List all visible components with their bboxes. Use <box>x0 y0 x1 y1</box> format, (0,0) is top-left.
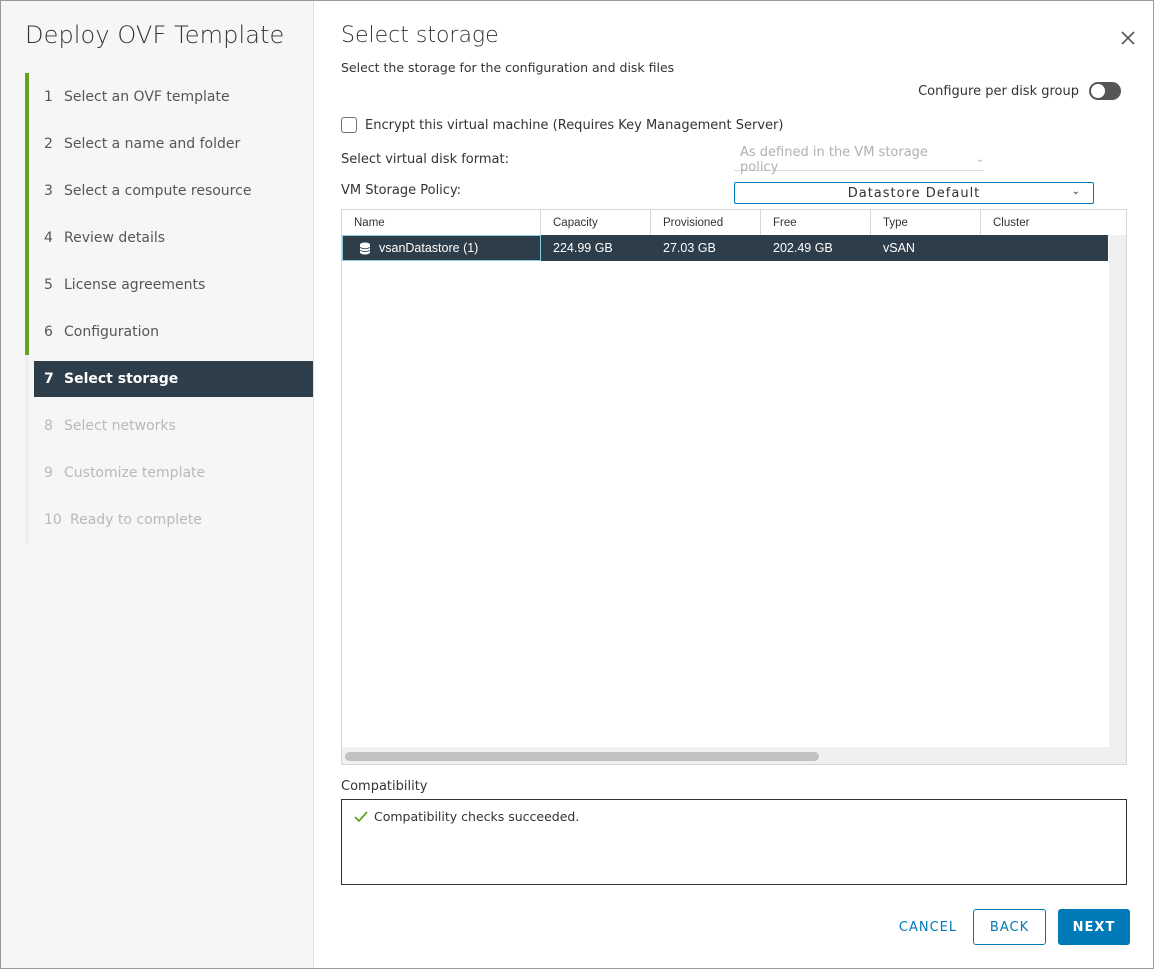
datastore-icon <box>359 242 371 254</box>
checkmark-icon <box>354 810 368 822</box>
step-label: Review details <box>64 229 166 246</box>
wizard-sidebar: Deploy OVF Template 1 Select an OVF templ… <box>1 1 314 968</box>
encrypt-checkbox[interactable] <box>341 117 357 133</box>
wizard-steps: 1 Select an OVF template 2 Select a name a… <box>25 73 313 543</box>
step-label: Select networks <box>64 417 176 434</box>
step-label: Select an OVF template <box>64 88 230 105</box>
column-header-type[interactable]: Type <box>871 210 981 235</box>
disk-format-select: As defined in the VM storage policy ⌄ <box>734 145 984 175</box>
step-select-name-folder[interactable]: 2 Select a name and folder <box>25 120 313 167</box>
close-icon[interactable] <box>1119 29 1137 47</box>
step-select-compute-resource[interactable]: 3 Select a compute resource <box>25 167 313 214</box>
vertical-scrollbar[interactable] <box>1109 235 1126 747</box>
per-disk-group-row: Configure per disk group <box>918 82 1121 100</box>
per-disk-group-label: Configure per disk group <box>918 83 1079 99</box>
datastore-name: vsanDatastore (1) <box>379 241 479 255</box>
column-header-capacity[interactable]: Capacity <box>541 210 651 235</box>
cancel-button[interactable]: CANCEL <box>889 909 967 945</box>
datastore-name-cell: vsanDatastore (1) <box>342 235 541 261</box>
page-subtitle: Select the storage for the configuration… <box>341 60 675 75</box>
storage-policy-value: Datastore Default <box>847 185 981 201</box>
disk-format-value: As defined in the VM storage policy <box>740 144 928 175</box>
provisioned-cell: 27.03 GB <box>663 241 716 255</box>
scrollbar-thumb[interactable] <box>345 752 819 761</box>
encrypt-label: Encrypt this virtual machine (Requires K… <box>365 117 784 133</box>
main-panel: Select storage Select the storage for th… <box>341 1 1135 968</box>
column-header-cluster[interactable]: Cluster <box>981 210 1126 235</box>
step-label: Select a name and folder <box>64 135 241 152</box>
column-header-provisioned[interactable]: Provisioned <box>651 210 761 235</box>
encrypt-row: Encrypt this virtual machine (Requires K… <box>341 117 783 133</box>
grid-header: Name Capacity Provisioned Free Type Clus… <box>342 210 1126 236</box>
disk-format-label: Select virtual disk format: <box>341 152 509 167</box>
deploy-ovf-dialog: Deploy OVF Template 1 Select an OVF templ… <box>0 0 1154 969</box>
step-review-details[interactable]: 4 Review details <box>25 214 313 261</box>
horizontal-scrollbar[interactable] <box>342 747 1126 764</box>
compatibility-message: Compatibility checks succeeded. <box>354 809 579 824</box>
column-header-free[interactable]: Free <box>761 210 871 235</box>
storage-policy-select[interactable]: Datastore Default ⌄ <box>734 182 1094 204</box>
storage-policy-label: VM Storage Policy: <box>341 183 462 198</box>
step-select-storage[interactable]: 7 Select storage <box>25 355 313 402</box>
next-button[interactable]: NEXT <box>1058 909 1130 945</box>
step-configuration[interactable]: 6 Configuration <box>25 308 313 355</box>
capacity-cell: 224.99 GB <box>553 241 613 255</box>
back-button[interactable]: BACK <box>973 909 1046 945</box>
free-cell: 202.49 GB <box>773 241 833 255</box>
step-ready-to-complete: 10 Ready to complete <box>25 496 313 543</box>
per-disk-group-toggle[interactable] <box>1089 82 1121 100</box>
table-row[interactable]: vsanDatastore (1) 224.99 GB 27.03 GB 202… <box>342 235 1108 261</box>
datastore-grid: Name Capacity Provisioned Free Type Clus… <box>341 209 1127 765</box>
step-label: Select storage <box>64 370 179 387</box>
chevron-down-icon: ⌄ <box>975 154 984 165</box>
step-label: Select a compute resource <box>64 182 252 199</box>
step-label: Configuration <box>64 323 159 340</box>
wizard-title: Deploy OVF Template <box>25 21 285 49</box>
step-label: Ready to complete <box>70 511 202 528</box>
step-label: Customize template <box>64 464 206 481</box>
column-header-name[interactable]: Name <box>342 210 541 235</box>
type-cell: vSAN <box>883 241 915 255</box>
compatibility-label: Compatibility <box>341 779 428 794</box>
step-select-ovf-template[interactable]: 1 Select an OVF template <box>25 73 313 120</box>
compatibility-box: Compatibility checks succeeded. <box>341 799 1127 885</box>
step-label: License agreements <box>64 276 206 293</box>
step-customize-template: 9 Customize template <box>25 449 313 496</box>
chevron-down-icon: ⌄ <box>1071 186 1081 197</box>
compatibility-text: Compatibility checks succeeded. <box>374 809 580 824</box>
step-select-networks: 8 Select networks <box>25 402 313 449</box>
page-title: Select storage <box>341 23 499 48</box>
step-license-agreements[interactable]: 5 License agreements <box>25 261 313 308</box>
cluster-cell <box>981 235 1108 261</box>
